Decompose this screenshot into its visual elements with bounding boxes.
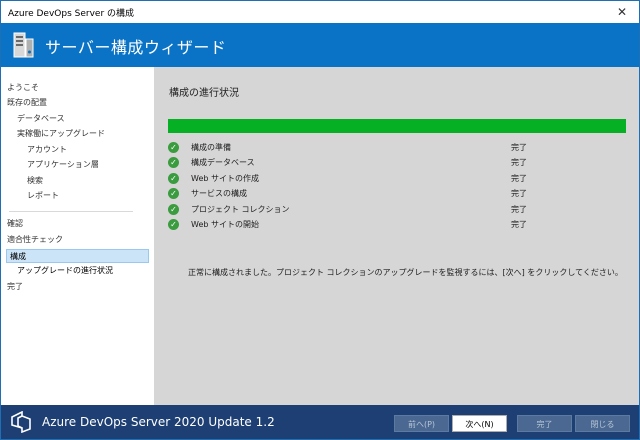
sidebar-item-readiness-checks[interactable]: 適合性チェック xyxy=(7,233,63,247)
sidebar-divider xyxy=(9,211,133,212)
check-circle-icon: ✓ xyxy=(168,142,179,153)
list-item: ✓ 構成の準備 完了 xyxy=(168,141,568,155)
close-button[interactable]: 閉じる xyxy=(575,415,630,432)
step-label: 構成の準備 xyxy=(191,143,231,152)
check-circle-icon: ✓ xyxy=(168,173,179,184)
product-name: Azure DevOps Server 2020 Update 1.2 xyxy=(42,415,275,429)
sidebar-item-application-tier[interactable]: アプリケーション層 xyxy=(27,158,99,172)
sidebar-item-existing-deployment[interactable]: 既存の配置 xyxy=(7,96,47,110)
window-title: Azure DevOps Server の構成 xyxy=(8,9,135,19)
step-status: 完了 xyxy=(511,158,527,167)
step-status: 完了 xyxy=(511,189,527,198)
list-item: ✓ 構成データベース 完了 xyxy=(168,156,568,170)
step-label: サービスの構成 xyxy=(191,189,247,198)
check-circle-icon: ✓ xyxy=(168,219,179,230)
step-label: Web サイトの作成 xyxy=(191,174,259,183)
check-circle-icon: ✓ xyxy=(168,188,179,199)
wizard-steps-sidebar: ようこそ 既存の配置 データベース 実稼働にアップグレード アカウント アプリケ… xyxy=(1,67,154,405)
previous-button[interactable]: 前へ(P) xyxy=(394,415,449,432)
step-label: プロジェクト コレクション xyxy=(191,205,290,214)
check-circle-icon: ✓ xyxy=(168,204,179,215)
status-message: 正常に構成されました。プロジェクト コレクションのアップグレードを監視するには、… xyxy=(188,268,623,277)
main-panel: 構成の進行状況 ✓ 構成の準備 完了 ✓ 構成データベース 完了 ✓ Web サ… xyxy=(154,67,639,405)
sidebar-item-search[interactable]: 検索 xyxy=(27,174,43,188)
title-bar: Azure DevOps Server の構成 ✕ xyxy=(1,1,639,23)
wizard-banner: サーバー構成ウィザード xyxy=(1,23,639,67)
step-status: 完了 xyxy=(511,143,527,152)
list-item: ✓ Web サイトの開始 完了 xyxy=(168,218,568,232)
sidebar-item-welcome[interactable]: ようこそ xyxy=(7,81,39,95)
server-tower-icon xyxy=(13,32,34,58)
sidebar-item-reporting[interactable]: レポート xyxy=(27,189,59,203)
progress-bar xyxy=(168,119,626,133)
sidebar-item-account[interactable]: アカウント xyxy=(27,143,67,157)
sidebar-item-configure[interactable]: 構成 xyxy=(6,249,149,263)
wizard-window: Azure DevOps Server の構成 ✕ サーバー構成ウィザード よう… xyxy=(0,0,640,440)
finish-button[interactable]: 完了 xyxy=(517,415,572,432)
sidebar-item-production-upgrade[interactable]: 実稼働にアップグレード xyxy=(17,127,105,141)
step-label: Web サイトの開始 xyxy=(191,220,259,229)
wizard-footer: Azure DevOps Server 2020 Update 1.2 前へ(P… xyxy=(1,405,639,439)
wizard-title: サーバー構成ウィザード xyxy=(45,38,227,57)
sidebar-item-complete[interactable]: 完了 xyxy=(7,280,23,294)
step-status: 完了 xyxy=(511,220,527,229)
check-circle-icon: ✓ xyxy=(168,157,179,168)
sidebar-item-review[interactable]: 確認 xyxy=(7,217,23,231)
step-status: 完了 xyxy=(511,174,527,183)
page-title: 構成の進行状況 xyxy=(169,88,239,99)
close-window-button[interactable]: ✕ xyxy=(605,1,639,23)
step-label: 構成データベース xyxy=(191,158,255,167)
list-item: ✓ プロジェクト コレクション 完了 xyxy=(168,203,568,217)
step-status: 完了 xyxy=(511,205,527,214)
progress-bar-fill xyxy=(168,119,626,133)
azure-devops-logo-icon xyxy=(11,411,31,433)
next-button[interactable]: 次へ(N) xyxy=(452,415,507,432)
sidebar-item-database[interactable]: データベース xyxy=(17,112,65,126)
list-item: ✓ Web サイトの作成 完了 xyxy=(168,172,568,186)
sidebar-item-upgrade-progress[interactable]: アップグレードの進行状況 xyxy=(17,264,113,278)
list-item: ✓ サービスの構成 完了 xyxy=(168,187,568,201)
